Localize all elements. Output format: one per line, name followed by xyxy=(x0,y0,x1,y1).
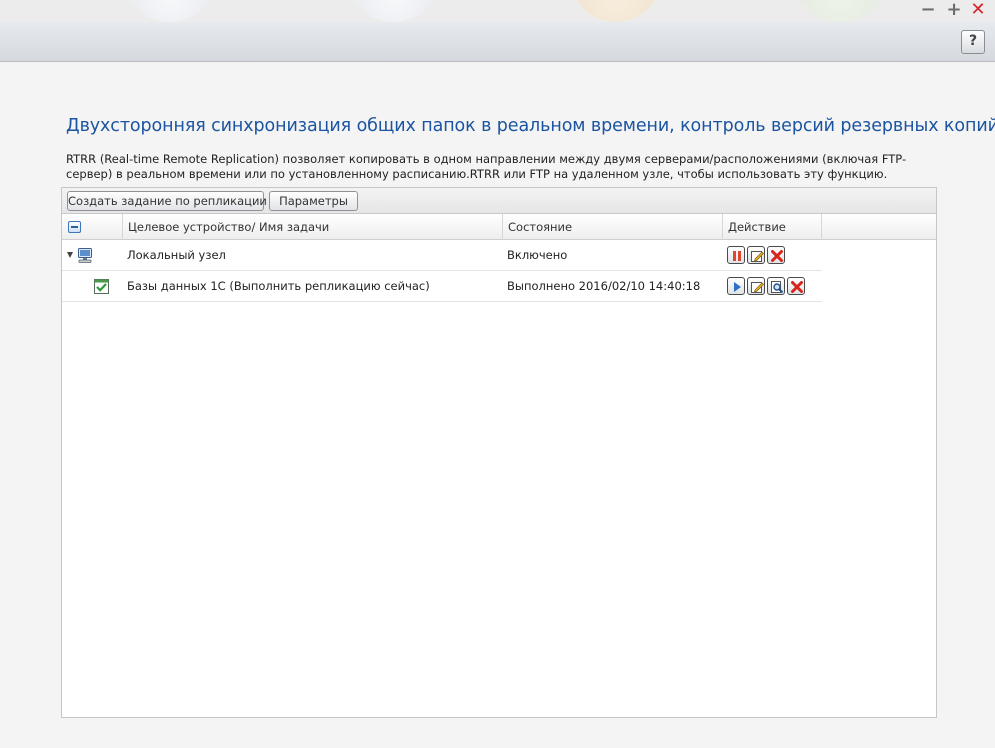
decorative-app-icon xyxy=(126,0,214,22)
replication-panel: Создать задание по репликации Параметры … xyxy=(61,187,937,718)
page-title: Двухсторонняя синхронизация общих папок … xyxy=(66,116,995,136)
parameters-button[interactable]: Параметры xyxy=(269,191,358,211)
top-strip: − + ✕ xyxy=(0,0,995,22)
decorative-app-icon xyxy=(796,0,884,22)
decorative-app-icon xyxy=(572,0,660,22)
edit-icon[interactable] xyxy=(747,246,765,264)
row-name: Базы данных 1С (Выполнить репликацию сей… xyxy=(127,279,430,293)
header-action[interactable]: Действие xyxy=(723,214,822,240)
row-status: Выполнено 2016/02/10 14:40:18 xyxy=(507,279,701,293)
row-actions xyxy=(727,277,807,295)
view-log-icon[interactable] xyxy=(767,277,785,295)
delete-icon[interactable] xyxy=(767,246,785,264)
table-row-replication-job[interactable]: Базы данных 1С (Выполнить репликацию сей… xyxy=(62,271,822,302)
pause-icon[interactable] xyxy=(727,246,745,264)
row-name: Локальный узел xyxy=(127,248,226,262)
collapse-all-icon[interactable] xyxy=(68,221,81,233)
help-button[interactable]: ? xyxy=(961,30,985,54)
create-replication-job-button[interactable]: Создать задание по репликации xyxy=(67,191,267,211)
computer-icon xyxy=(77,248,93,263)
header-status[interactable]: Состояние xyxy=(503,214,723,240)
maximize-button[interactable]: + xyxy=(944,1,964,21)
close-button[interactable]: ✕ xyxy=(968,1,988,21)
toolbar: Создать задание по репликации Параметры xyxy=(62,188,936,214)
header-bar: ? xyxy=(0,22,995,62)
row-status: Включено xyxy=(507,248,568,262)
header-target-device[interactable]: Целевое устройство/ Имя задачи xyxy=(123,214,503,240)
decorative-app-icon xyxy=(350,0,438,22)
table-row-local-node[interactable]: Локальный узел Включено xyxy=(62,240,822,271)
page-description: RTRR (Real-time Remote Replication) позв… xyxy=(66,152,907,181)
header-select-column xyxy=(62,214,123,240)
minimize-button[interactable]: − xyxy=(918,1,938,21)
expand-collapse-icon[interactable] xyxy=(67,252,73,258)
delete-icon[interactable] xyxy=(787,277,805,295)
table-header: Целевое устройство/ Имя задачи Состояние… xyxy=(62,214,936,240)
row-actions xyxy=(727,246,787,264)
play-icon[interactable] xyxy=(727,277,745,295)
job-complete-check-icon xyxy=(94,279,109,294)
edit-icon[interactable] xyxy=(747,277,765,295)
